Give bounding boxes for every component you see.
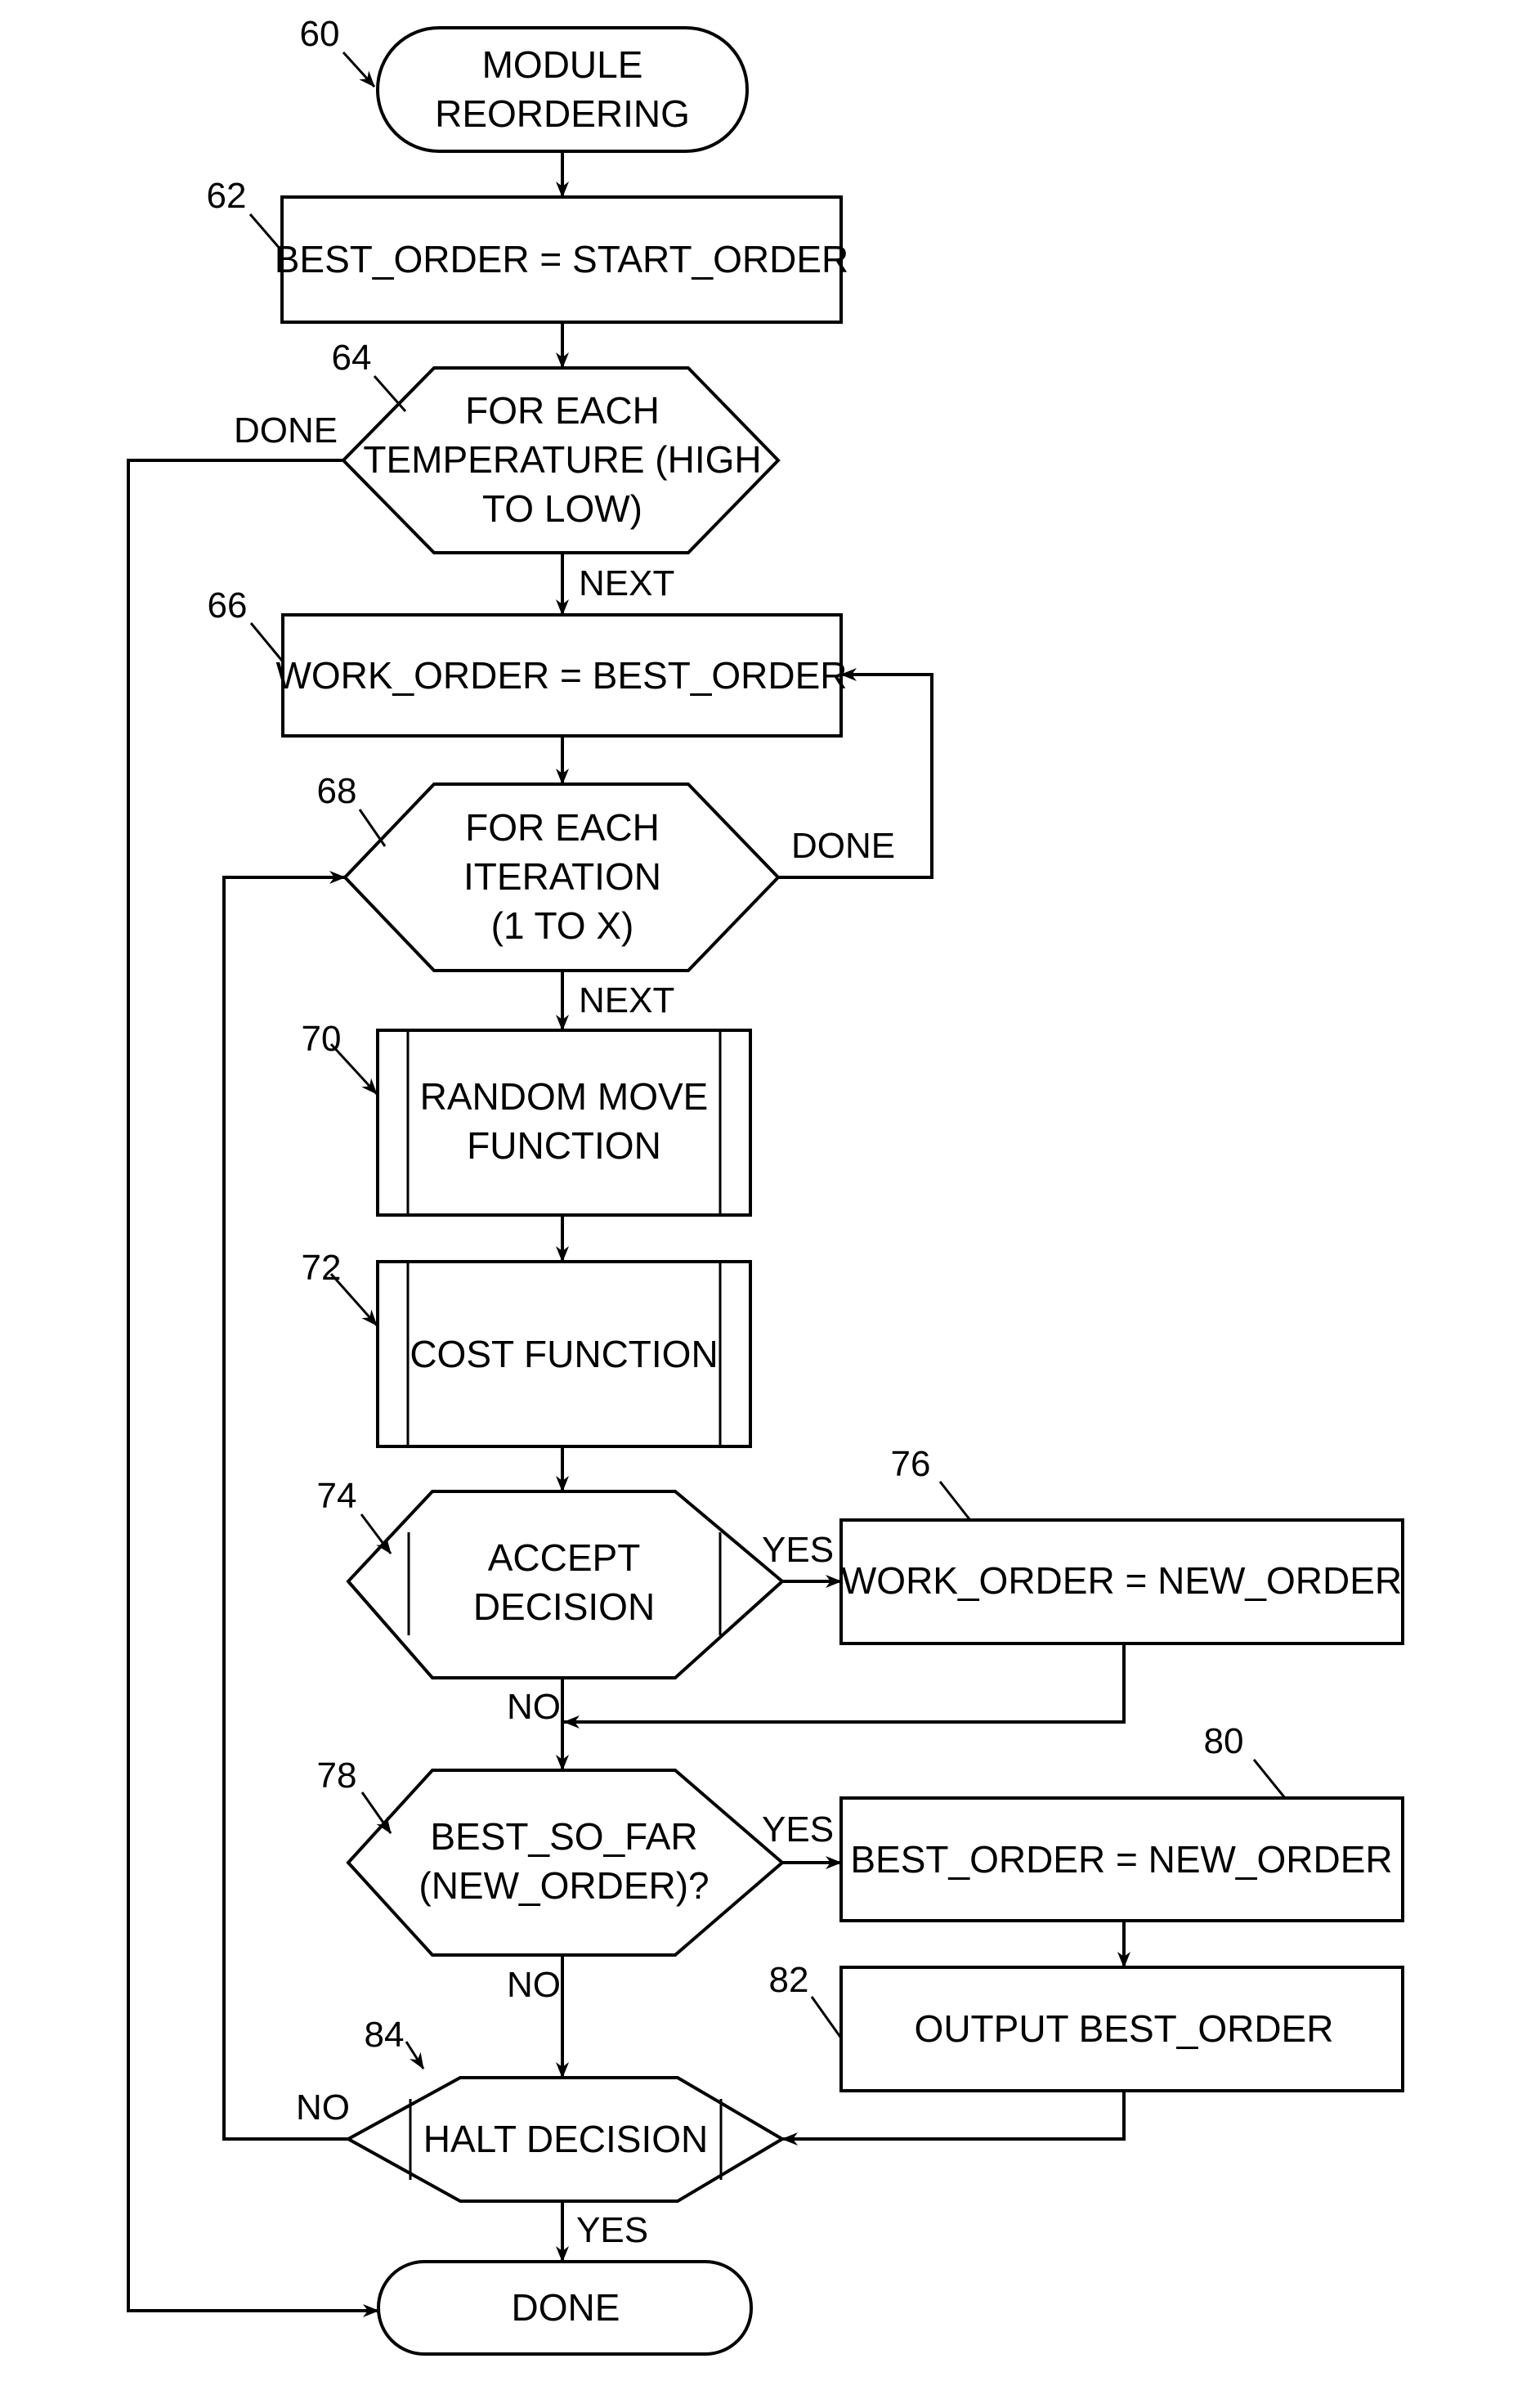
- node-text-line: OUTPUT BEST_ORDER: [915, 2007, 1334, 2050]
- ref-leader-68: [358, 809, 387, 847]
- ref-numeral-76: 76: [891, 1444, 931, 1484]
- ref-leader-74: [360, 1513, 392, 1554]
- ref-leader-60: [342, 51, 376, 88]
- ref-leader-84: [405, 2041, 425, 2069]
- edge-label-68-next: NEXT: [579, 980, 674, 1020]
- edge-64-done: [127, 459, 379, 2317]
- ref-numeral-80: 80: [1204, 1721, 1244, 1761]
- node-text-line: (NEW_ORDER)?: [419, 1864, 709, 1907]
- ref-leader-62: [248, 213, 283, 251]
- node-for-each-temperature: FOR EACH TEMPERATURE (HIGH TO LOW): [341, 366, 781, 554]
- node-best-so-far: BEST_SO_FAR (NEW_ORDER)?: [346, 1769, 786, 1957]
- node-text-line: TO LOW): [482, 487, 642, 530]
- ref-leader-78: [360, 1791, 392, 1834]
- ref-leader-80: [1252, 1759, 1287, 1799]
- node-random-move-function: RANDOM MOVE FUNCTION: [376, 1029, 752, 1217]
- ref-numeral-60: 60: [300, 14, 340, 54]
- edge-label-84-no: NO: [296, 2087, 350, 2128]
- ref-leader-72: [329, 1273, 378, 1326]
- node-text-line: ACCEPT: [488, 1536, 641, 1579]
- node-text-line: (1 TO X): [491, 904, 634, 947]
- node-output-best-order: OUTPUT BEST_ORDER: [839, 1966, 1404, 2092]
- node-text-line: WORK_ORDER = NEW_ORDER: [841, 1559, 1402, 1602]
- decision-hexagon-shape: [346, 1490, 786, 1679]
- node-text-line: FOR EACH: [465, 389, 660, 432]
- ref-numeral-78: 78: [317, 1756, 357, 1796]
- predefined-process-shape: [376, 1029, 752, 1217]
- edge-label-64-done: DONE: [234, 410, 338, 451]
- flowchart: MODULE REORDERING BEST_ORDER = START_ORD…: [127, 14, 1404, 2356]
- node-accept-decision: ACCEPT DECISION: [346, 1490, 786, 1679]
- ref-numeral-68: 68: [317, 771, 357, 811]
- node-text-line: ITERATION: [463, 855, 661, 898]
- node-text-line: TEMPERATURE (HIGH: [363, 438, 761, 481]
- node-text-line: BEST_SO_FAR: [430, 1815, 697, 1858]
- node-text-line: DONE: [512, 2286, 620, 2329]
- ref-leader-82: [810, 1996, 844, 2040]
- edge-82-84: [781, 2091, 1126, 2146]
- edge-label-74-yes: YES: [762, 1530, 834, 1570]
- node-start-module-reordering: MODULE REORDERING: [376, 26, 749, 153]
- hexagon-shape: [346, 1769, 786, 1957]
- node-text-line: REORDERING: [435, 92, 690, 135]
- ref-numeral-64: 64: [332, 338, 372, 378]
- node-end-done: DONE: [377, 2260, 753, 2356]
- ref-leader-76: [938, 1481, 971, 1520]
- node-halt-decision: HALT DECISION: [344, 2076, 786, 2203]
- node-text-line: FOR EACH: [465, 806, 660, 849]
- ref-leader-66: [249, 622, 284, 661]
- edge-label-68-done: DONE: [791, 826, 895, 866]
- ref-numeral-62: 62: [207, 176, 247, 216]
- node-text-line: MODULE: [482, 43, 643, 86]
- node-best-order-start: BEST_ORDER = START_ORDER: [275, 195, 849, 324]
- edge-label-74-no: NO: [507, 1687, 561, 1727]
- ref-numeral-70: 70: [302, 1019, 342, 1059]
- node-text-line: DECISION: [473, 1585, 655, 1628]
- ref-leader-70: [329, 1043, 378, 1096]
- node-work-order-best: WORK_ORDER = BEST_ORDER: [275, 613, 848, 738]
- node-text-line: COST FUNCTION: [410, 1333, 718, 1375]
- ref-numeral-74: 74: [317, 1476, 357, 1516]
- ref-numeral-66: 66: [208, 585, 248, 626]
- ref-leader-64: [373, 375, 407, 412]
- node-text-line: FUNCTION: [467, 1124, 661, 1167]
- ref-numeral-72: 72: [302, 1248, 342, 1288]
- node-best-order-new: BEST_ORDER = NEW_ORDER: [839, 1796, 1404, 1922]
- edge-label-84-yes: YES: [576, 2210, 648, 2250]
- node-cost-function: COST FUNCTION: [376, 1260, 752, 1448]
- node-text-line: HALT DECISION: [423, 2118, 708, 2160]
- node-for-each-iteration: FOR EACH ITERATION (1 TO X): [342, 782, 781, 972]
- node-text-line: WORK_ORDER = BEST_ORDER: [275, 654, 847, 697]
- edge-label-78-yes: YES: [762, 1809, 834, 1850]
- ref-numeral-84: 84: [365, 2015, 405, 2055]
- node-text-line: BEST_ORDER = START_ORDER: [275, 238, 849, 280]
- node-text-line: BEST_ORDER = NEW_ORDER: [850, 1838, 1392, 1881]
- edge-label-64-next: NEXT: [579, 563, 674, 603]
- edge-label-78-no: NO: [507, 1965, 561, 2005]
- node-text-line: RANDOM MOVE: [420, 1075, 709, 1118]
- node-work-order-new: WORK_ORDER = NEW_ORDER: [839, 1518, 1404, 1645]
- ref-numeral-82: 82: [769, 1960, 809, 2000]
